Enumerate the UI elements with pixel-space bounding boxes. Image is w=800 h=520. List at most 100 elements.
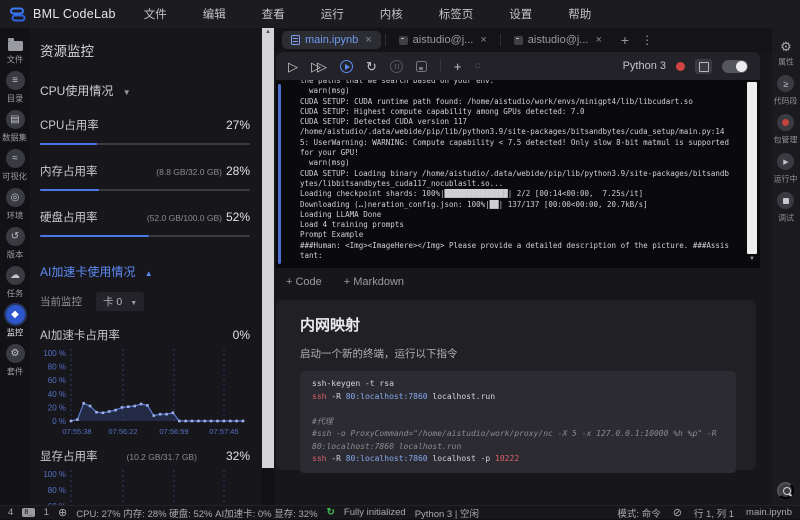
status-count-a[interactable]: 4 — [8, 507, 13, 518]
meter-1: 内存占用率(8.8 GB/32.0 GB)28% — [40, 163, 250, 191]
close-icon[interactable]: × — [595, 34, 601, 46]
right-rail-label: 调试 — [778, 212, 794, 223]
gpu-util-percent: 0% — [233, 328, 250, 342]
svg-text:100 %: 100 % — [43, 349, 66, 358]
tab-more-menu[interactable]: ⋮ — [641, 33, 653, 47]
add-code-cell-button[interactable]: + Code — [286, 276, 322, 288]
restart-kernel-button[interactable]: ↻ — [366, 60, 377, 73]
monitor-icon: ◆ — [6, 305, 25, 324]
kernel-name[interactable]: Python 3 — [623, 60, 666, 72]
tab-mainipynb[interactable]: main.ipynb × — [282, 31, 381, 49]
right-rail-label: 运行中 — [774, 173, 798, 184]
add-cell-button[interactable]: + — [454, 60, 462, 73]
toolbar-toggle[interactable] — [722, 60, 748, 73]
app-logo[interactable]: BML CodeLab — [0, 6, 126, 23]
sidebar-item-monitor[interactable]: ◆监控 — [0, 305, 30, 339]
menu-item-7[interactable]: 帮助 — [550, 6, 609, 22]
suite-icon: ⚙ — [6, 344, 25, 363]
bml-logo-icon — [9, 6, 26, 23]
right-rail-item-debug[interactable]: 调试 — [777, 192, 795, 224]
cell-output-area: the paths that we search based on your e… — [276, 80, 760, 268]
menu-item-5[interactable]: 标签页 — [421, 6, 492, 22]
environment-icon: ◎ — [6, 188, 25, 207]
terminal-badge-icon[interactable]: 8_ — [22, 508, 34, 517]
sidebar-item-version[interactable]: ↺版本 — [0, 227, 30, 261]
sidebar-item-toc[interactable]: ≡目录 — [0, 71, 30, 105]
notebook-icon — [291, 35, 300, 45]
sidebar-item-suite[interactable]: ⚙ 套件 — [0, 344, 30, 378]
run-cell-button[interactable]: ▷ — [288, 60, 298, 73]
meter-0: CPU占用率27% — [40, 117, 250, 145]
svg-text:100 %: 100 % — [43, 470, 66, 479]
right-rail-label: 包管理 — [774, 134, 798, 145]
sidebar-item-tasks[interactable]: ☁任务 — [0, 266, 30, 300]
panel-scrollbar[interactable]: ▲ — [262, 28, 274, 468]
markdown-cell[interactable]: 内网映射 启动一个新的终端，运行以下指令 ssh-keygen -t rsass… — [276, 300, 756, 470]
tab-aistudioj[interactable]: aistudio@j... × — [390, 31, 496, 49]
output-scrollbar[interactable]: ▼ — [747, 82, 757, 254]
sidebar-item-visualization[interactable]: ≈可视化 — [0, 149, 30, 183]
gears-icon: ⚙ — [780, 40, 792, 53]
close-icon[interactable]: × — [365, 34, 371, 46]
svg-text:07:57:45: 07:57:45 — [209, 427, 238, 436]
cell-collapser[interactable] — [278, 84, 281, 264]
run-advance-button[interactable] — [340, 60, 353, 73]
sidebar-item-label: 套件 — [7, 366, 24, 378]
close-icon[interactable]: × — [480, 34, 486, 46]
scroll-up-arrow-icon[interactable]: ▲ — [262, 28, 274, 36]
tab-aistudioj[interactable]: aistudio@j...× — [505, 31, 611, 49]
save-cell-button[interactable] — [416, 61, 427, 72]
sidebar-item-dataset[interactable]: ▤数据集 — [0, 110, 30, 144]
code-line: #代理 — [312, 416, 724, 429]
menu-item-0[interactable]: 文件 — [126, 6, 185, 22]
target-icon[interactable]: ⊕ — [58, 506, 67, 519]
menu-item-6[interactable]: 设置 — [491, 6, 550, 22]
tab-separator — [385, 34, 386, 46]
cpu-section-header[interactable]: CPU使用情况 ▼ — [40, 82, 250, 99]
gpu-util-header: AI加速卡占用率 0% — [40, 327, 250, 343]
mode-indicator[interactable]: 模式: 命令 — [617, 506, 660, 520]
kernel-status[interactable]: Python 3 | 空闲 — [415, 506, 479, 520]
menu-item-4[interactable]: 内核 — [362, 6, 421, 22]
card-select-value: 卡 0 — [103, 296, 122, 308]
run-all-button[interactable]: ▷▷ — [311, 60, 327, 73]
sidebar-item-files[interactable]: 文件 — [0, 36, 30, 66]
right-rail-item-properties[interactable]: ⚙属性 — [777, 40, 795, 68]
active-file-name: main.ipynb — [746, 507, 792, 518]
sidebar-item-environment[interactable]: ◎环境 — [0, 188, 30, 222]
meter-2: 硬盘占用率(52.0 GB/100.0 GB)52% — [40, 209, 250, 237]
current-monitor-label: 当前监控 — [40, 294, 82, 309]
add-markdown-cell-button[interactable]: + Markdown — [344, 276, 404, 288]
interrupt-kernel-button[interactable] — [390, 60, 403, 73]
new-tab-button[interactable]: + — [621, 32, 629, 48]
tab-label: aistudio@j... — [413, 34, 474, 46]
scroll-down-arrow-icon[interactable]: ▼ — [749, 256, 755, 262]
tab-label: main.ipynb — [305, 34, 358, 46]
cursor-position[interactable]: 行 1, 列 1 — [694, 506, 734, 520]
app-title: BML CodeLab — [33, 7, 116, 21]
list-icon: ≡ — [6, 71, 25, 90]
right-rail-item-snippets[interactable]: ≥代码段 — [772, 75, 799, 107]
sidebar-item-label: 文件 — [7, 54, 24, 66]
card-select[interactable]: 卡 0 ▼ — [96, 292, 144, 311]
terminal-output: the paths that we search based on your e… — [276, 80, 760, 261]
terminal-icon — [514, 36, 523, 45]
meter-bar — [40, 189, 250, 191]
search-fab[interactable] — [777, 482, 794, 499]
ai-section-header[interactable]: AI加速卡使用情况 ▲ — [40, 263, 250, 280]
notifications-off-icon[interactable]: ⊘ — [673, 506, 682, 519]
kernel-busy-indicator — [676, 62, 685, 71]
menu-item-2[interactable]: 查看 — [244, 6, 303, 22]
right-rail-item-running[interactable]: ▶运行中 — [772, 153, 799, 185]
meter-percent: 27% — [226, 118, 250, 132]
gpu-mem-detail: (10.2 GB/31.7 GB) — [127, 452, 197, 462]
meter-label: 内存占用率 — [40, 163, 98, 179]
cell-outline-button[interactable] — [695, 59, 712, 74]
menu-item-3[interactable]: 运行 — [303, 6, 362, 22]
right-rail-item-packages[interactable]: 包管理 — [772, 114, 799, 146]
cell-status-icon: ○ — [475, 61, 482, 72]
status-count-b[interactable]: 1 — [44, 507, 49, 518]
folder-icon — [8, 41, 23, 51]
svg-text:40 %: 40 % — [48, 390, 66, 399]
menu-item-1[interactable]: 编辑 — [185, 6, 244, 22]
